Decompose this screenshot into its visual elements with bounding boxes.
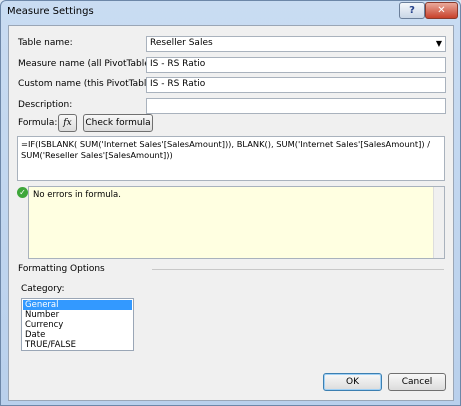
help-button[interactable]: ? xyxy=(399,2,425,19)
check-formula-button[interactable]: Check formula xyxy=(83,114,153,132)
custom-name-input[interactable]: IS - RS Ratio xyxy=(146,77,446,93)
title-bar[interactable]: Measure Settings ? ✕ xyxy=(1,1,460,25)
window-title: Measure Settings xyxy=(7,6,94,17)
category-option-general[interactable]: General xyxy=(23,300,132,310)
table-name-combobox[interactable]: Reseller Sales ▼ xyxy=(146,36,446,52)
formula-input[interactable]: =IF(ISBLANK( SUM('Internet Sales'[SalesA… xyxy=(17,136,445,181)
table-name-label: Table name: xyxy=(18,38,73,48)
category-option-currency[interactable]: Currency xyxy=(23,320,132,330)
cancel-button[interactable]: Cancel xyxy=(388,373,446,391)
separator-line xyxy=(152,269,444,270)
category-option-number[interactable]: Number xyxy=(23,310,132,320)
measure-name-input[interactable]: IS - RS Ratio xyxy=(146,57,446,73)
fx-button[interactable]: fx xyxy=(58,114,77,132)
measure-name-label: Measure name (all PivotTables): xyxy=(18,59,161,69)
custom-name-label: Custom name (this PivotTable): xyxy=(18,79,159,89)
description-label: Description: xyxy=(18,100,73,110)
category-label: Category: xyxy=(21,284,65,294)
status-scrollbar[interactable] xyxy=(433,187,444,258)
dropdown-arrow-icon[interactable]: ▼ xyxy=(436,39,442,48)
formula-label: Formula: xyxy=(18,118,58,128)
ok-button[interactable]: OK xyxy=(323,373,382,391)
table-name-value: Reseller Sales xyxy=(150,38,213,48)
formula-status-message: No errors in formula. xyxy=(33,190,121,200)
formula-status-box: No errors in formula. xyxy=(28,186,445,259)
category-listbox[interactable]: General Number Currency Date TRUE/FALSE xyxy=(21,298,134,351)
formatting-options-heading: Formatting Options xyxy=(18,264,105,274)
close-button[interactable]: ✕ xyxy=(425,2,458,19)
category-option-true-false[interactable]: TRUE/FALSE xyxy=(23,340,132,350)
description-input[interactable] xyxy=(146,98,446,114)
dialog-body: Table name: Reseller Sales ▼ Measure nam… xyxy=(8,25,454,401)
measure-settings-window: Measure Settings ? ✕ Table name: Reselle… xyxy=(0,0,461,406)
category-option-date[interactable]: Date xyxy=(23,330,132,340)
check-circle-icon: ✓ xyxy=(17,187,28,198)
